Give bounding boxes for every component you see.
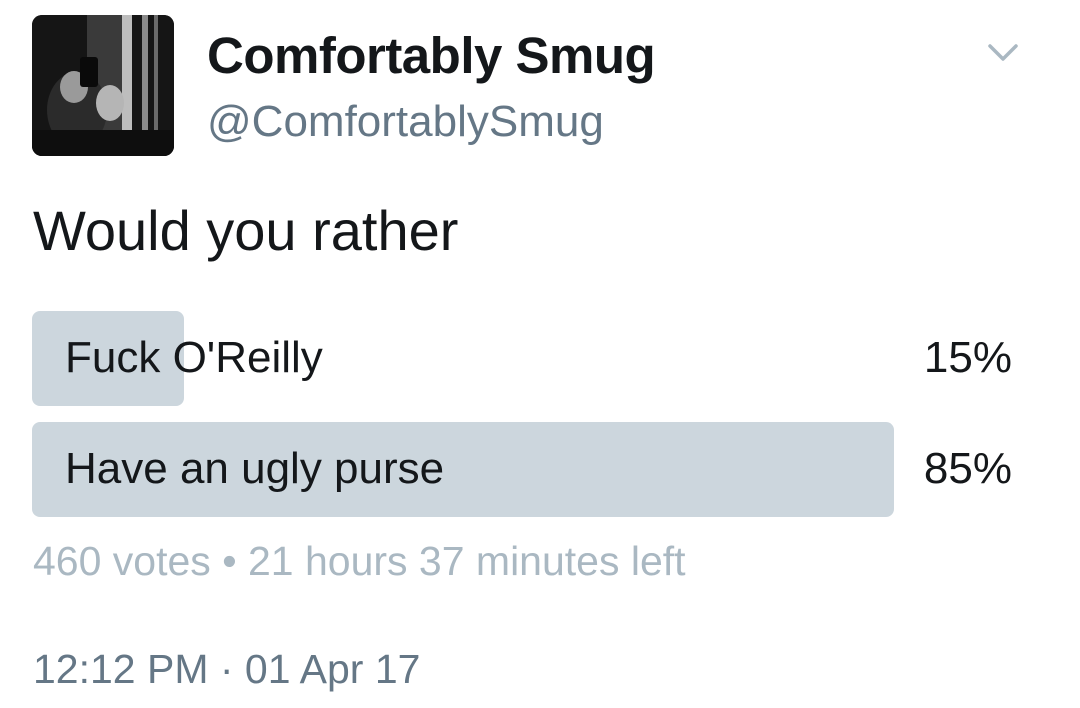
poll-meta: 460 votes • 21 hours 37 minutes left bbox=[33, 538, 686, 585]
poll-time-left: 21 hours 37 minutes left bbox=[247, 538, 686, 584]
poll-vote-count: 460 votes bbox=[33, 538, 211, 584]
display-name[interactable]: Comfortably Smug bbox=[207, 26, 656, 85]
user-handle[interactable]: @ComfortablySmug bbox=[207, 97, 604, 147]
profile-photo-icon bbox=[32, 15, 174, 156]
poll-option-label: Have an ugly purse bbox=[65, 444, 445, 493]
poll-option: Have an ugly purse 85% bbox=[32, 422, 1012, 517]
chevron-down-icon[interactable] bbox=[986, 40, 1020, 64]
poll-option-label: Fuck O'Reilly bbox=[65, 333, 323, 382]
poll-option: Fuck O'Reilly 15% bbox=[32, 311, 1012, 406]
tweet-text: Would you rather bbox=[33, 199, 459, 262]
poll-option-percent: 15% bbox=[923, 333, 1012, 382]
avatar[interactable] bbox=[32, 15, 174, 156]
poll-option-percent: 85% bbox=[923, 444, 1012, 493]
poll-meta-separator: • bbox=[222, 538, 237, 584]
tweet-timestamp[interactable]: 12:12 PM · 01 Apr 17 bbox=[33, 646, 420, 693]
